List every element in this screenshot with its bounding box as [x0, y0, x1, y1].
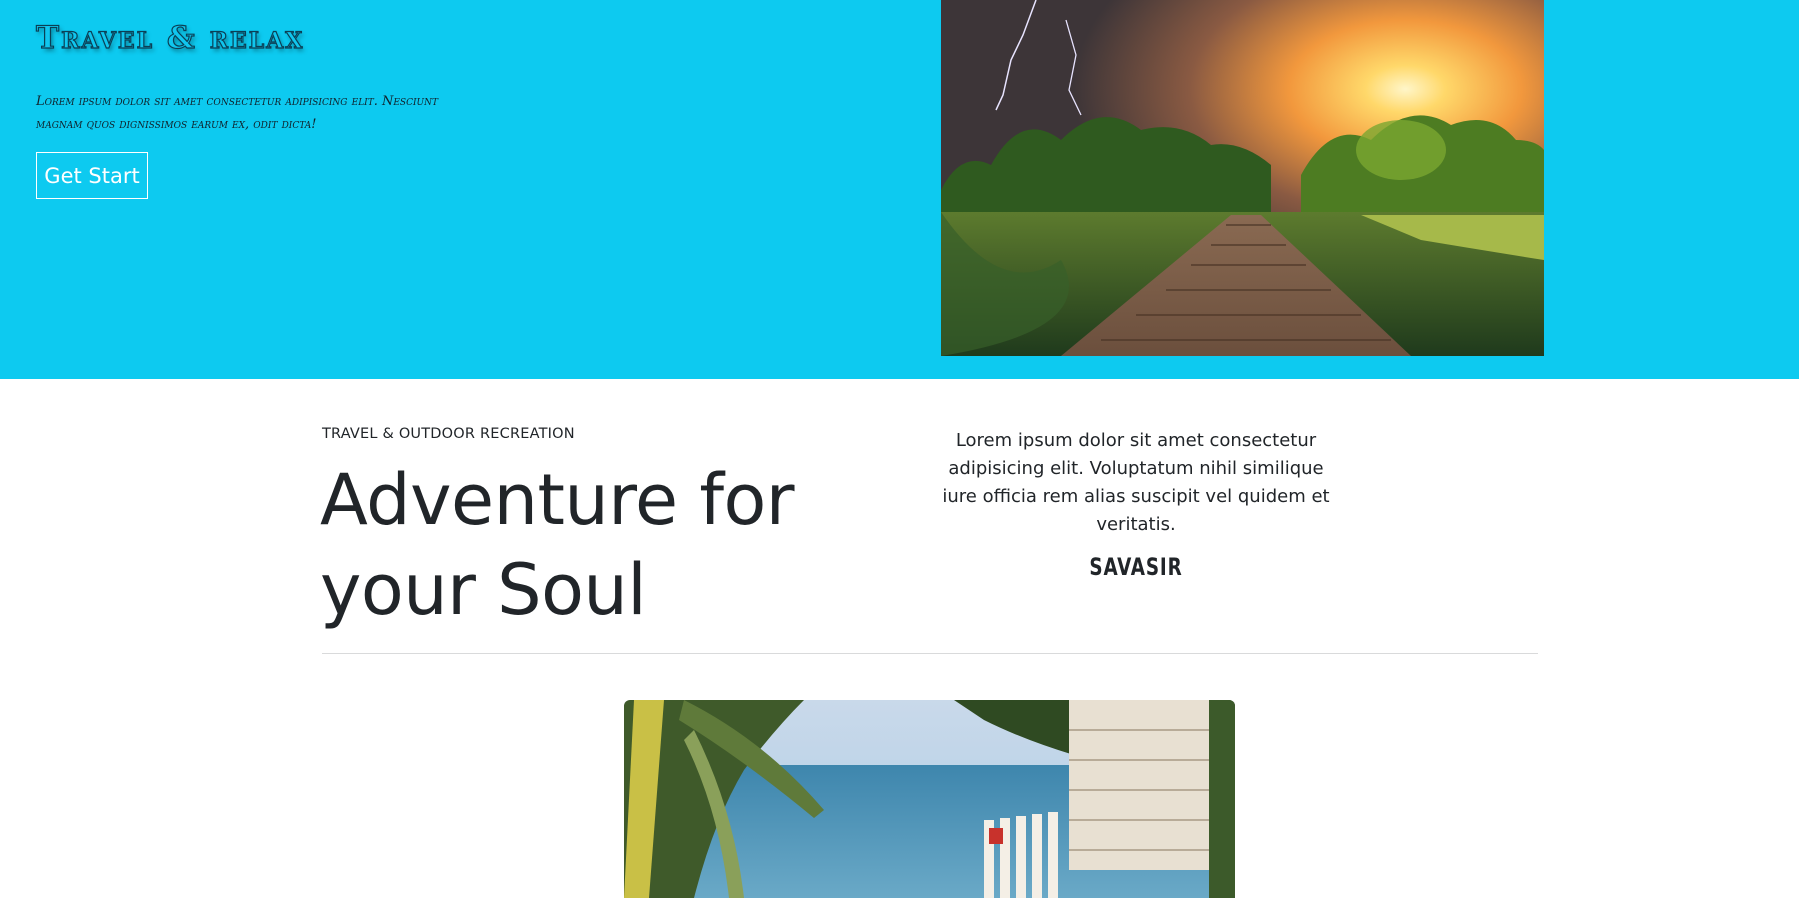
hero-title: Travel & relax — [35, 19, 305, 56]
hero-landscape-image — [941, 0, 1544, 356]
page-headline: Adventure for your Soul — [320, 459, 795, 631]
signature: SAVASIR — [1089, 553, 1183, 581]
intro-quote: Lorem ipsum dolor sit amet consectetur a… — [942, 430, 1330, 535]
hero-section: Travel & relax Lorem ipsum dolor sit ame… — [0, 0, 1799, 379]
get-start-button[interactable]: Get Start — [36, 152, 148, 199]
section-eyebrow: TRAVEL & OUTDOOR RECREATION — [322, 426, 575, 442]
beach-image — [624, 700, 1235, 898]
section-divider — [322, 653, 1538, 654]
hero-description: Lorem ipsum dolor sit amet consectetur a… — [36, 94, 439, 132]
